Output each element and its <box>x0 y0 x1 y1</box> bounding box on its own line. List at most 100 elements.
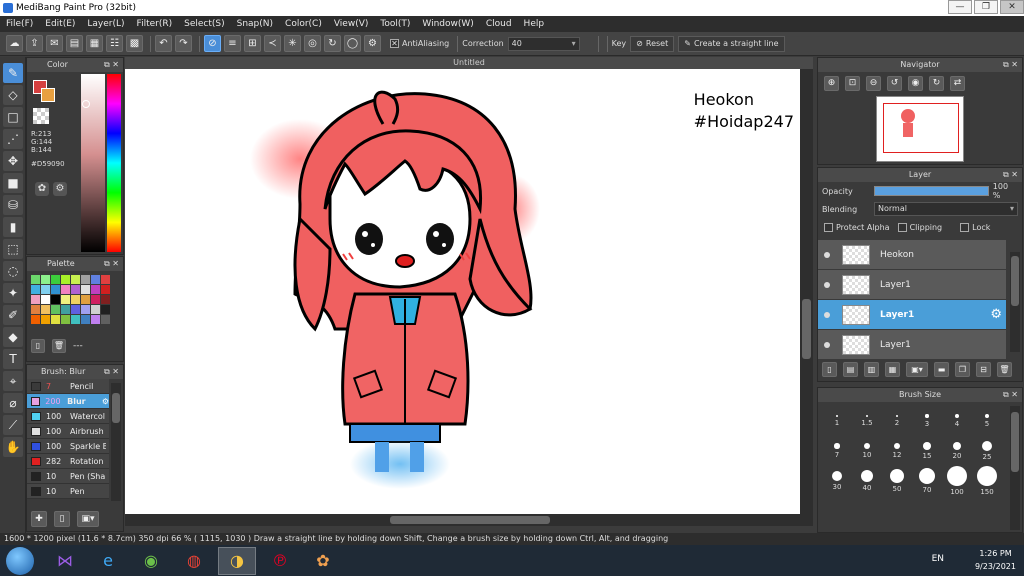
palette-swatch[interactable] <box>41 285 50 294</box>
text-tool-icon[interactable]: T <box>3 349 23 369</box>
magic-wand-icon[interactable]: ✦ <box>3 283 23 303</box>
delete-layer-icon[interactable]: 🗑 <box>997 362 1012 377</box>
palette-swatch[interactable] <box>31 295 40 304</box>
comment-icon[interactable]: ✉ <box>46 35 63 52</box>
redo-icon[interactable]: ↷ <box>175 35 192 52</box>
brush-size-cell[interactable]: 20 <box>942 436 972 466</box>
start-button[interactable] <box>6 546 34 575</box>
palette-swatch[interactable] <box>71 315 80 324</box>
palette-swatch[interactable] <box>101 315 110 324</box>
palette-swatch[interactable] <box>101 305 110 314</box>
brush-size-cell[interactable]: 12 <box>882 436 912 466</box>
snap-off-icon[interactable]: ⊘ <box>204 35 221 52</box>
gradient-tool-icon[interactable]: ▮ <box>3 217 23 237</box>
layer-item[interactable]: Heokon <box>818 240 1006 270</box>
copy-brush-icon[interactable]: ▯ <box>54 511 70 527</box>
palette-swatch[interactable] <box>81 295 90 304</box>
blending-select[interactable]: Normal <box>874 202 1018 216</box>
folder-icon[interactable]: ▬ <box>934 362 949 377</box>
add-brush-icon[interactable]: ✚ <box>31 511 47 527</box>
zoom-out-icon[interactable]: ⊖ <box>866 76 881 91</box>
palette-swatch[interactable] <box>101 275 110 284</box>
palette-swatch[interactable] <box>71 295 80 304</box>
move-tool-icon[interactable]: ✥ <box>3 151 23 171</box>
internet-explorer-icon[interactable]: e <box>89 547 127 575</box>
layer-item[interactable]: Layer1 <box>818 270 1006 300</box>
panel-controls-icon[interactable]: ⧉ ✕ <box>104 365 119 379</box>
palette-swatch[interactable] <box>91 305 100 314</box>
panel-controls-icon[interactable]: ⧉ ✕ <box>1003 58 1018 72</box>
palette-swatch[interactable] <box>51 305 60 314</box>
palette-swatch[interactable] <box>51 315 60 324</box>
brush-size-cell[interactable]: 5 <box>972 406 1002 436</box>
page-icon[interactable]: ▦ <box>86 35 103 52</box>
layer-item[interactable]: Layer1 <box>818 330 1006 360</box>
duplicate-layer-icon[interactable]: ❐ <box>955 362 970 377</box>
select-lasso-icon[interactable]: ◌ <box>3 261 23 281</box>
reset-button[interactable]: ⊘ Reset <box>630 35 675 52</box>
restore-button[interactable]: ❐ <box>974 0 998 14</box>
brush-size-cell[interactable]: 7 <box>822 436 852 466</box>
brush-size-scrollbar[interactable] <box>1010 406 1020 530</box>
merge-layer-icon[interactable]: ⊟ <box>976 362 991 377</box>
brush-menu-icon[interactable]: ▣▾ <box>77 511 99 527</box>
palette-swatch[interactable] <box>81 315 90 324</box>
palette-swatch[interactable] <box>31 315 40 324</box>
snap-settings-icon[interactable]: ⚙ <box>364 35 381 52</box>
palette-swatch[interactable] <box>61 275 70 284</box>
minimize-button[interactable]: — <box>948 0 972 14</box>
zoom-fit-icon[interactable]: ⊡ <box>845 76 860 91</box>
layer-item-selected[interactable]: Layer1 ⚙ <box>818 300 1006 330</box>
palette-swatch[interactable] <box>31 285 40 294</box>
close-button[interactable]: ✕ <box>1000 0 1024 14</box>
brush-item[interactable]: 100 Sparkle B <box>27 439 109 454</box>
brush-size-cell[interactable]: 15 <box>912 436 942 466</box>
share-icon[interactable]: ⇪ <box>26 35 43 52</box>
brush-item[interactable]: 10 Pen <box>27 484 109 499</box>
brush-size-cell[interactable]: 150 <box>972 466 1002 496</box>
menu-tool[interactable]: Tool(T) <box>380 19 410 29</box>
brush-size-cell[interactable]: 100 <box>942 466 972 496</box>
select-eraser-icon[interactable]: ◆ <box>3 327 23 347</box>
palette-swatch[interactable] <box>61 285 70 294</box>
brush-item[interactable]: 100 Watercol <box>27 409 109 424</box>
clipping-checkbox[interactable] <box>897 222 907 232</box>
new-layer-icon[interactable]: ▯ <box>822 362 837 377</box>
palette-swatch[interactable] <box>41 275 50 284</box>
paint-icon[interactable]: ✿ <box>304 547 342 575</box>
palette-swatch[interactable] <box>31 275 40 284</box>
panel-controls-icon[interactable]: ⧉ ✕ <box>1003 168 1018 182</box>
page-list-icon[interactable]: ☷ <box>106 35 123 52</box>
new-8bit-layer-icon[interactable]: ▥ <box>864 362 879 377</box>
menu-select[interactable]: Select(S) <box>184 19 225 29</box>
palette-swatch[interactable] <box>41 305 50 314</box>
brush-size-cell[interactable]: 1.5 <box>852 406 882 436</box>
ellipse-snap-icon[interactable]: ◯ <box>344 35 361 52</box>
palette-swatch[interactable] <box>41 295 50 304</box>
palette-swatch[interactable] <box>91 275 100 284</box>
antialiasing-checkbox[interactable]: ✕ <box>390 39 399 48</box>
menu-snap[interactable]: Snap(N) <box>237 19 273 29</box>
flip-icon[interactable]: ⇄ <box>950 76 965 91</box>
transparent-swatch[interactable] <box>33 108 49 124</box>
palette-swatch[interactable] <box>91 295 100 304</box>
menu-window[interactable]: Window(W) <box>422 19 473 29</box>
correction-select[interactable]: 40 <box>507 36 580 51</box>
select-rect-icon[interactable]: ⬚ <box>3 239 23 259</box>
eye-icon[interactable] <box>824 251 830 258</box>
cross-snap-icon[interactable]: ⊞ <box>244 35 261 52</box>
clock[interactable]: 1:26 PM 9/23/2021 <box>975 547 1016 573</box>
undo-icon[interactable]: ↶ <box>155 35 172 52</box>
menu-filter[interactable]: Filter(R) <box>137 19 173 29</box>
palette-swatch[interactable] <box>61 295 70 304</box>
bucket-tool-icon[interactable]: ⛁ <box>3 195 23 215</box>
color-wheel-icon[interactable]: ✿ <box>35 182 49 196</box>
rotate-left-icon[interactable]: ↺ <box>887 76 902 91</box>
brush-size-cell[interactable]: 30 <box>822 466 852 496</box>
palette-swatch[interactable] <box>51 295 60 304</box>
canvas-tab[interactable]: Untitled <box>125 57 813 69</box>
lock-checkbox[interactable] <box>960 222 970 232</box>
brush-size-cell[interactable]: 1 <box>822 406 852 436</box>
grid-icon[interactable]: ▩ <box>126 35 143 52</box>
chrome-icon[interactable]: ◍ <box>175 547 213 575</box>
